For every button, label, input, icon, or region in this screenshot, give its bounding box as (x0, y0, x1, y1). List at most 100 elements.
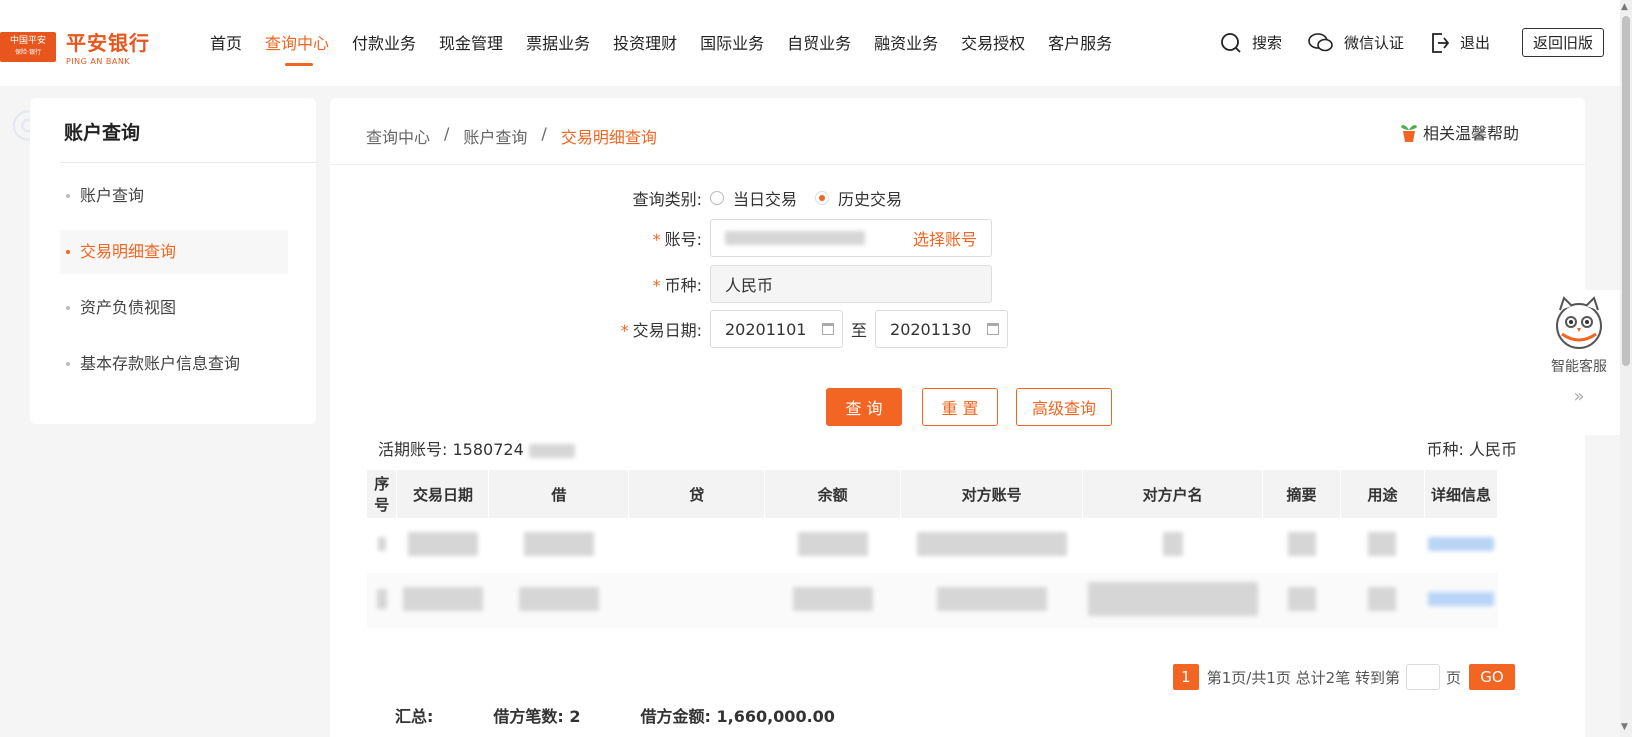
owl-mascot-icon (1556, 296, 1602, 349)
nav-financing[interactable]: 融资业务 (874, 30, 938, 54)
wechat-icon (1308, 32, 1333, 51)
date-range-separator: 至 (851, 321, 868, 340)
radio-circle-icon (710, 191, 724, 205)
nav-customer-service[interactable]: 客户服务 (1048, 30, 1112, 54)
date-label: * 交易日期: (620, 321, 702, 340)
sidebar-title: 账户查询 (64, 122, 141, 144)
col-detail: 详细信息 (1424, 470, 1499, 518)
nav-investment[interactable]: 投资理财 (613, 30, 677, 54)
nav-free-trade[interactable]: 自贸业务 (787, 30, 851, 54)
plant-icon (1400, 125, 1417, 142)
sidebar-item-account-query[interactable]: 账户查询 (60, 174, 288, 218)
date-from-input[interactable]: 20201101 (710, 310, 843, 348)
currency-field[interactable]: 人民币 (710, 265, 992, 303)
nav-international[interactable]: 国际业务 (700, 30, 764, 54)
select-account-link[interactable]: 选择账号 (913, 226, 977, 250)
col-balance: 余额 (764, 470, 902, 518)
search-button[interactable]: 搜索 (1220, 32, 1282, 54)
advanced-query-button[interactable]: 高级查询 (1016, 388, 1112, 426)
sidebar-divider (60, 162, 318, 163)
bullet-icon (66, 362, 70, 366)
debit-amount: 借方金额: 1,660,000.00 (640, 707, 835, 726)
pagination: 1 第1页/共1页 总计2笔 转到第 页 GO (1172, 664, 1515, 690)
main-nav: 首页 查询中心 付款业务 现金管理 票据业务 投资理财 国际业务 自贸业务 融资… (210, 30, 1135, 66)
masked-account-number (725, 231, 865, 245)
goto-page-input[interactable] (1405, 664, 1440, 690)
detail-link[interactable] (1427, 591, 1494, 606)
wechat-auth-button[interactable]: 微信认证 (1308, 32, 1404, 54)
smart-assistant[interactable]: 智能客服 » (1538, 290, 1620, 435)
nav-payment[interactable]: 付款业务 (352, 30, 416, 54)
page-suffix: 页 (1445, 668, 1461, 687)
current-account-line: 活期账号: 1580724 (378, 436, 575, 460)
nav-authorization[interactable]: 交易授权 (961, 30, 1025, 54)
col-summary: 摘要 (1262, 470, 1342, 518)
scroll-down-icon[interactable]: ▼ (1621, 722, 1628, 732)
col-purpose: 用途 (1340, 470, 1425, 518)
page-scrollbar[interactable]: ▲ ▼ (1620, 0, 1632, 737)
summary-line: 汇总: 借方笔数: 2 借方金额: 1,660,000.00 (395, 703, 895, 727)
account-label: * 账号: (652, 230, 702, 249)
calendar-icon[interactable] (987, 323, 1000, 335)
page-1-button[interactable]: 1 (1172, 664, 1199, 690)
query-button[interactable]: 查 询 (826, 388, 902, 426)
help-link[interactable]: 相关温馨帮助 (1399, 120, 1519, 144)
bullet-icon (66, 306, 70, 310)
nav-bills[interactable]: 票据业务 (526, 30, 590, 54)
logo-name-cn: 平安银行 (66, 31, 150, 55)
date-to-input[interactable]: 20201130 (875, 310, 1009, 348)
scroll-up-icon[interactable]: ▲ (1621, 2, 1628, 12)
header-divider (330, 164, 1585, 165)
nav-home[interactable]: 首页 (210, 30, 242, 54)
reset-button[interactable]: 重 置 (922, 388, 998, 426)
currency-row: * 币种: 人民币 (598, 265, 992, 303)
bank-logo[interactable]: 中国平安 保险·银行 平安银行 PING AN BANK (0, 27, 150, 66)
table-row[interactable] (367, 518, 1498, 573)
bullet-icon (66, 250, 70, 254)
breadcrumb-query-center[interactable]: 查询中心 (366, 124, 430, 148)
go-button[interactable]: GO (1469, 664, 1515, 690)
summary-label: 汇总: (395, 707, 434, 726)
sidebar-item-basic-account-info[interactable]: 基本存款账户信息查询 (60, 342, 288, 386)
col-seq: 序号 (367, 470, 398, 518)
nav-query-center[interactable]: 查询中心 (265, 30, 329, 66)
table-row[interactable] (367, 573, 1498, 628)
main-panel: 查询中心 / 账户查询 / 交易明细查询 相关温馨帮助 查询类别: 当日交易 历… (330, 98, 1585, 737)
scrollbar-thumb[interactable] (1622, 16, 1630, 366)
collapse-chevron-icon[interactable]: » (1573, 386, 1584, 407)
transaction-table: 序号 交易日期 借 贷 余额 对方账号 对方户名 摘要 用途 详细信息 (367, 470, 1499, 628)
query-type-row: 查询类别: 当日交易 历史交易 (598, 186, 920, 210)
nav-cash-management[interactable]: 现金管理 (439, 30, 503, 54)
col-credit: 贷 (628, 470, 766, 518)
sidebar-item-transaction-detail[interactable]: 交易明细查询 (60, 230, 288, 274)
date-row: * 交易日期: 20201101 至 20201130 (598, 310, 1009, 348)
currency-label: * 币种: (652, 276, 702, 295)
breadcrumb: 查询中心 / 账户查询 / 交易明细查询 (366, 124, 657, 148)
logo-emblem: 中国平安 保险·银行 (0, 31, 56, 62)
search-icon (1221, 32, 1241, 53)
assistant-label: 智能客服 (1551, 359, 1607, 375)
masked-account-tail (528, 443, 575, 458)
breadcrumb-account-query[interactable]: 账户查询 (463, 124, 527, 148)
logout-icon (1432, 32, 1450, 53)
sidebar: 账户查询 账户查询 交易明细查询 资产负债视图 基本存款账户信息查询 (30, 98, 318, 424)
top-bar: 中国平安 保险·银行 平安银行 PING AN BANK 首页 查询中心 付款业… (0, 0, 1632, 86)
detail-link[interactable] (1427, 536, 1494, 551)
debit-count: 借方笔数: 2 (493, 707, 581, 726)
sidebar-item-balance-view[interactable]: 资产负债视图 (60, 286, 288, 330)
calendar-icon[interactable] (822, 323, 834, 335)
col-counter-name: 对方户名 (1082, 470, 1264, 518)
col-date: 交易日期 (396, 470, 490, 518)
page-info: 第1页/共1页 总计2笔 转到第 (1206, 668, 1400, 687)
logo-name-en: PING AN BANK (66, 57, 131, 66)
account-input[interactable]: 选择账号 (710, 219, 992, 257)
bullet-icon (66, 194, 70, 198)
breadcrumb-current: 交易明细查询 (560, 128, 657, 147)
radio-history[interactable]: 历史交易 (815, 186, 902, 210)
radio-today[interactable]: 当日交易 (710, 186, 797, 210)
logout-button[interactable]: 退出 (1430, 32, 1490, 54)
currency-display: 币种: 人民币 (1426, 440, 1517, 459)
return-old-version-button[interactable]: 返回旧版 (1521, 28, 1604, 57)
col-counter-account: 对方账号 (900, 470, 1084, 518)
header-tools: 搜索 微信认证 退出 返回旧版 (1194, 28, 1604, 57)
